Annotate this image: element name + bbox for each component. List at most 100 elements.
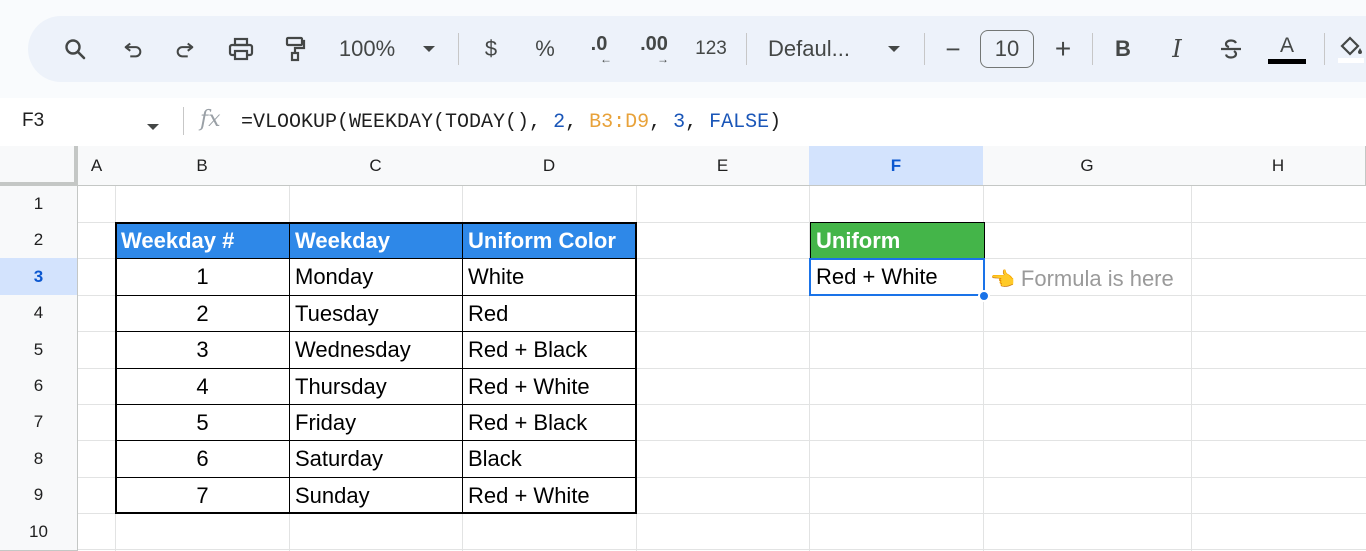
- name-box[interactable]: F3: [22, 110, 44, 132]
- number-format-button[interactable]: 123: [690, 32, 732, 66]
- column-header-a[interactable]: A: [78, 146, 116, 186]
- table-border: [115, 331, 637, 332]
- font-family-select[interactable]: Defaul...: [768, 32, 866, 66]
- table-cell-weekday-num[interactable]: 6: [115, 441, 290, 477]
- table-border: [115, 368, 637, 369]
- row-header-1[interactable]: 1: [0, 186, 78, 223]
- row-header-9[interactable]: 9: [0, 477, 78, 514]
- table-cell-uniform-color[interactable]: White: [462, 259, 637, 295]
- table-header-weekday-num[interactable]: Weekday #: [115, 222, 290, 259]
- formula-text: ): [769, 111, 782, 134]
- row-header-5[interactable]: 5: [0, 331, 78, 369]
- table-cell-weekday[interactable]: Friday: [289, 405, 463, 440]
- increase-decimals-button[interactable]: .00 →: [634, 32, 674, 66]
- fx-icon: fx: [200, 107, 221, 132]
- table-cell-weekday-num[interactable]: 7: [115, 478, 290, 513]
- toolbar-area: 100% $ % .0 ← .00 → 123 Defaul... − 10 +…: [0, 0, 1366, 98]
- chevron-down-icon[interactable]: [883, 32, 905, 66]
- row-header-10[interactable]: 10: [0, 513, 78, 551]
- uniform-header-border: [810, 222, 985, 260]
- formula-arg: 3: [673, 111, 686, 134]
- formula-arg: 2: [553, 111, 566, 134]
- table-border: [115, 295, 637, 296]
- paint-format-icon[interactable]: [278, 32, 312, 66]
- formula-bar-divider: [183, 107, 184, 135]
- table-cell-uniform-color[interactable]: Red + Black: [462, 332, 637, 368]
- row-header-7[interactable]: 7: [0, 404, 78, 441]
- table-cell-uniform-color[interactable]: Black: [462, 441, 637, 477]
- row-header-8[interactable]: 8: [0, 440, 78, 478]
- grid-line: [78, 513, 1366, 514]
- column-header-e[interactable]: E: [636, 146, 810, 186]
- formula-text: ,: [649, 111, 674, 134]
- column-header-d[interactable]: D: [462, 146, 637, 186]
- decrease-decimals-label: .0: [590, 33, 608, 55]
- table-header-uniform-color[interactable]: Uniform Color: [462, 222, 637, 259]
- column-header-f[interactable]: F: [809, 146, 984, 186]
- table-cell-weekday[interactable]: Tuesday: [289, 296, 463, 331]
- toolbar-divider: [746, 33, 747, 65]
- formula-text: ,: [685, 111, 710, 134]
- strikethrough-icon[interactable]: [1216, 32, 1246, 66]
- formula-note-text: Formula is here: [1020, 266, 1174, 291]
- redo-icon[interactable]: [168, 32, 202, 66]
- table-cell-uniform-color[interactable]: Red + White: [462, 369, 637, 404]
- zoom-value[interactable]: 100%: [332, 32, 402, 66]
- table-cell-weekday[interactable]: Saturday: [289, 441, 463, 477]
- table-cell-weekday[interactable]: Thursday: [289, 369, 463, 404]
- row-header-2[interactable]: 2: [0, 222, 78, 259]
- table-cell-weekday[interactable]: Wednesday: [289, 332, 463, 368]
- decrease-font-size-button[interactable]: −: [938, 32, 968, 66]
- fill-color-icon[interactable]: [1336, 32, 1366, 66]
- row-header-3[interactable]: 3: [0, 258, 78, 296]
- increase-font-size-button[interactable]: +: [1048, 32, 1078, 66]
- formula-range: B3:D9: [589, 111, 650, 134]
- print-icon[interactable]: [223, 32, 259, 66]
- arrow-left-icon: ←: [600, 52, 612, 66]
- select-all-corner[interactable]: [0, 146, 78, 186]
- search-icon[interactable]: [58, 32, 92, 66]
- table-border: [115, 404, 637, 405]
- column-header-b[interactable]: B: [115, 146, 290, 186]
- cell-selection: [809, 258, 985, 296]
- table-cell-uniform-color[interactable]: Red: [462, 296, 637, 331]
- fill-handle[interactable]: [978, 290, 990, 302]
- italic-button[interactable]: I: [1164, 32, 1190, 66]
- bold-button[interactable]: B: [1110, 32, 1136, 66]
- currency-button[interactable]: $: [478, 32, 504, 66]
- table-cell-uniform-color[interactable]: Red + White: [462, 478, 637, 513]
- undo-icon[interactable]: [116, 32, 150, 66]
- row-header-6[interactable]: 6: [0, 368, 78, 405]
- toolbar-divider: [924, 33, 925, 65]
- formula-arg: FALSE: [709, 111, 770, 134]
- table-border: [115, 440, 637, 441]
- text-color-button[interactable]: A: [1268, 32, 1306, 66]
- table-cell-weekday-num[interactable]: 1: [115, 259, 290, 295]
- column-header-h[interactable]: H: [1191, 146, 1366, 186]
- formula-text: ,: [565, 111, 590, 134]
- table-border: [115, 258, 637, 259]
- table-cell-weekday[interactable]: Monday: [289, 259, 463, 295]
- arrow-right-icon: →: [657, 52, 669, 66]
- table-cell-weekday[interactable]: Sunday: [289, 478, 463, 513]
- table-border: [115, 477, 637, 478]
- decrease-decimals-button[interactable]: .0 ←: [581, 32, 617, 66]
- table-cell-weekday-num[interactable]: 5: [115, 405, 290, 440]
- table-header-weekday[interactable]: Weekday: [289, 222, 463, 259]
- column-header-g[interactable]: G: [983, 146, 1192, 186]
- font-size-input[interactable]: 10: [980, 30, 1034, 68]
- percent-button[interactable]: %: [530, 32, 560, 66]
- table-cell-uniform-color[interactable]: Red + Black: [462, 405, 637, 440]
- formula-input[interactable]: =VLOOKUP(WEEKDAY(TODAY(), 2, B3:D9, 3, F…: [241, 111, 781, 134]
- text-color-letter: A: [1279, 33, 1294, 57]
- row-header-4[interactable]: 4: [0, 295, 78, 332]
- chevron-down-icon[interactable]: [146, 118, 160, 136]
- table-cell-weekday-num[interactable]: 3: [115, 332, 290, 368]
- table-cell-weekday-num[interactable]: 4: [115, 369, 290, 404]
- text-color-swatch: [1268, 58, 1306, 64]
- toolbar-divider: [458, 33, 459, 65]
- table-cell-weekday-num[interactable]: 2: [115, 296, 290, 331]
- chevron-down-icon[interactable]: [418, 32, 440, 66]
- toolbar-divider: [1324, 33, 1325, 65]
- column-header-c[interactable]: C: [289, 146, 463, 186]
